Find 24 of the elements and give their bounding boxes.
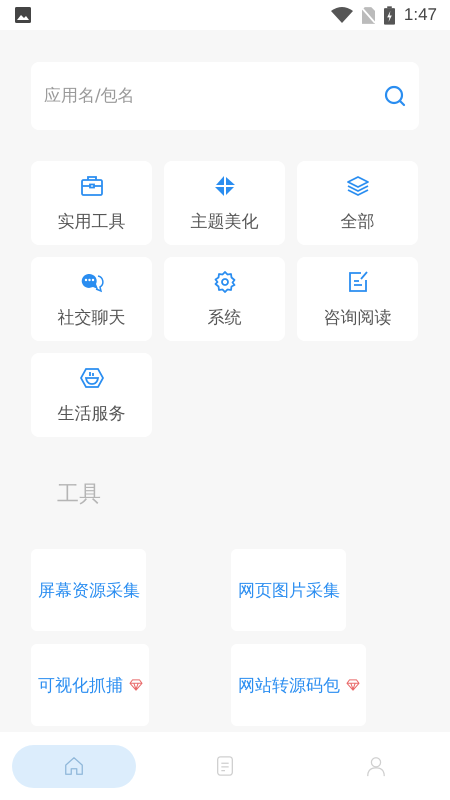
category-card[interactable]: 社交聊天 [31,257,152,341]
nav-tab[interactable] [12,744,136,788]
category-card[interactable]: 主题美化 [164,161,285,245]
category-card[interactable]: 实用工具 [31,161,152,245]
wifi-icon [330,7,353,23]
person-icon [365,755,387,777]
no-sim-icon [362,6,375,24]
pinwheel-icon [212,174,236,198]
search-icon[interactable] [383,84,407,108]
category-card[interactable]: 咨询阅读 [297,257,418,341]
category-card[interactable]: 系统 [164,257,285,341]
layers-icon [346,174,370,198]
search-field[interactable]: 应用名/包名 [31,62,419,130]
clock-time: 1:47 [404,5,437,25]
category-card[interactable]: 全部 [297,161,418,245]
image-icon [15,7,31,23]
cup-hexagon-icon [80,366,104,390]
document-icon [214,755,236,777]
section-title: 工具 [57,481,102,509]
home-icon [63,755,85,777]
toolbox-icon [80,174,104,198]
battery-charging-icon [384,6,395,24]
category-card[interactable]: 生活服务 [31,353,152,437]
settings-icon [212,270,236,294]
